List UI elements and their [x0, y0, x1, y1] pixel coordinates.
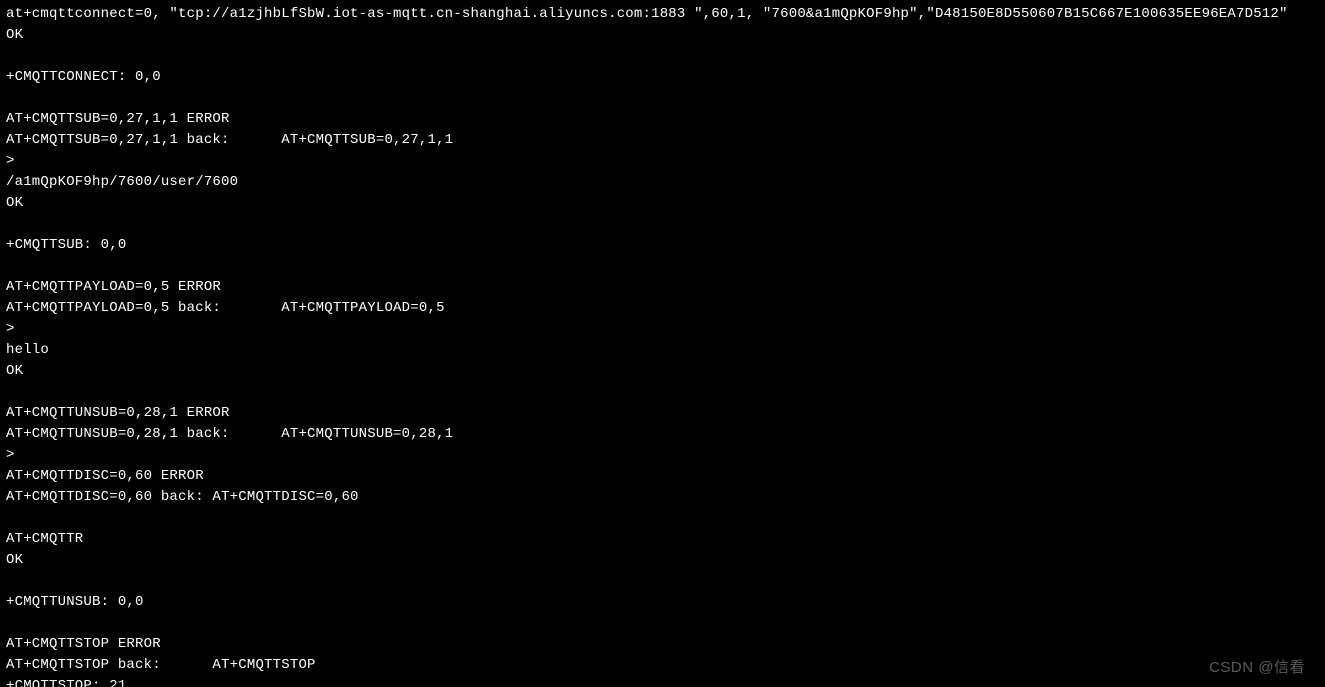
terminal-output[interactable]: at+cmqttconnect=0, "tcp://a1zjhbLfSbW.io… — [0, 0, 1325, 687]
